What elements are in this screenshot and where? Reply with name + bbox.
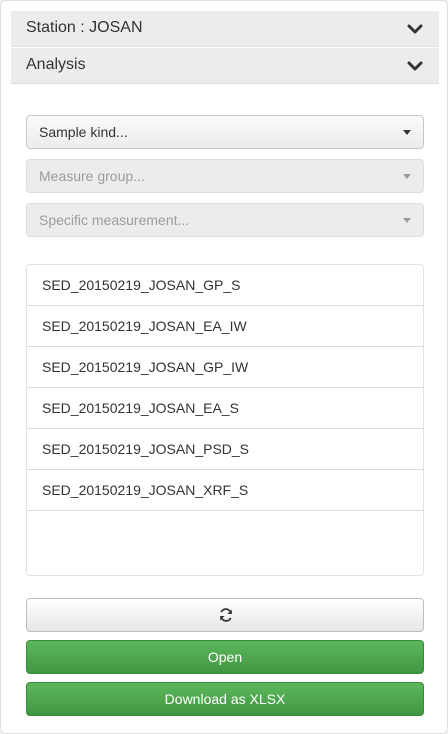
analysis-panel: Station : JOSAN Analysis Sample kind... … <box>0 0 448 734</box>
station-accordion-label: Station : JOSAN <box>26 19 143 36</box>
caret-down-icon <box>403 174 411 179</box>
caret-down-icon <box>403 130 411 135</box>
refresh-button[interactable] <box>26 598 424 632</box>
open-button[interactable]: Open <box>26 640 424 674</box>
list-item[interactable]: SED_20150219_JOSAN_XRF_S <box>27 470 423 511</box>
list-item[interactable]: SED_20150219_JOSAN_PSD_S <box>27 429 423 470</box>
analysis-accordion-header[interactable]: Analysis <box>11 48 439 84</box>
caret-down-icon <box>403 218 411 223</box>
measure-group-select[interactable]: Measure group... <box>26 159 424 193</box>
specific-measurement-select[interactable]: Specific measurement... <box>26 203 424 237</box>
sample-kind-select-value: Sample kind... <box>39 124 128 140</box>
sample-kind-select[interactable]: Sample kind... <box>26 115 424 149</box>
station-accordion-header[interactable]: Station : JOSAN <box>11 11 439 47</box>
chevron-down-icon <box>407 61 423 71</box>
chevron-down-icon <box>407 24 423 34</box>
list-item[interactable]: SED_20150219_JOSAN_EA_S <box>27 388 423 429</box>
list-item[interactable]: SED_20150219_JOSAN_EA_IW <box>27 306 423 347</box>
list-item[interactable]: SED_20150219_JOSAN_GP_IW <box>27 347 423 388</box>
specific-measurement-select-value: Specific measurement... <box>39 212 190 228</box>
download-xlsx-button[interactable]: Download as XLSX <box>26 682 424 716</box>
measure-group-select-value: Measure group... <box>39 168 145 184</box>
list-item[interactable]: SED_20150219_JOSAN_GP_S <box>27 265 423 306</box>
analysis-accordion-label: Analysis <box>26 56 86 73</box>
refresh-icon <box>220 608 232 622</box>
file-list: SED_20150219_JOSAN_GP_S SED_20150219_JOS… <box>26 264 424 576</box>
